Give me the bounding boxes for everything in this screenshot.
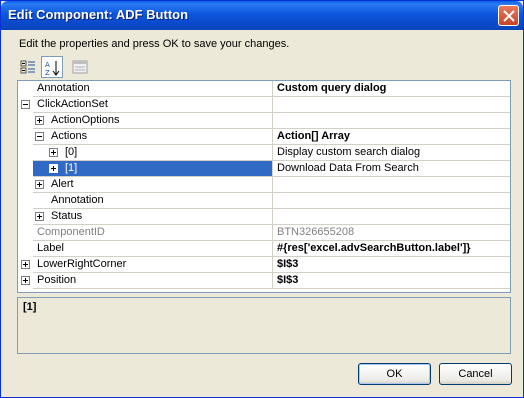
property-value[interactable]: Custom query dialog — [274, 81, 510, 96]
property-name-cell[interactable]: Actions — [33, 129, 273, 144]
property-name: Status — [51, 210, 83, 222]
row-gutter — [18, 129, 33, 145]
row-gutter — [18, 81, 33, 97]
alphabetical-button[interactable]: A Z — [41, 56, 63, 78]
categorized-view-icon — [20, 60, 35, 74]
close-icon — [503, 10, 515, 22]
property-row[interactable]: ActionOptions — [18, 113, 510, 129]
collapse-icon[interactable] — [35, 132, 44, 141]
row-gutter — [18, 113, 33, 129]
property-row[interactable]: [1] Download Data From Search — [18, 161, 510, 177]
property-value[interactable]: Download Data From Search — [274, 161, 510, 176]
expand-icon[interactable] — [21, 260, 30, 269]
property-pages-icon — [72, 60, 88, 74]
property-name: [0] — [65, 146, 78, 158]
property-pages-button[interactable] — [69, 56, 91, 78]
property-name: Alert — [51, 178, 74, 190]
property-grid: Annotation Custom query dialog ClickAction… — [17, 80, 511, 293]
property-row[interactable]: Annotation — [18, 193, 510, 209]
expand-icon[interactable] — [35, 212, 44, 221]
property-value[interactable]: #{res['excel.advSearchButton.label']} — [274, 241, 510, 256]
categorized-button[interactable] — [17, 56, 39, 78]
expand-icon[interactable] — [35, 116, 44, 125]
property-name: Annotation — [37, 82, 90, 94]
row-gutter — [18, 193, 33, 209]
property-name: ComponentID — [37, 226, 105, 238]
property-value[interactable]: $I$3 — [274, 273, 510, 288]
property-value[interactable]: $I$3 — [274, 257, 510, 272]
property-value[interactable] — [274, 97, 510, 112]
property-row[interactable]: Annotation Custom query dialog — [18, 81, 510, 97]
row-gutter — [18, 97, 33, 113]
expand-icon[interactable] — [49, 148, 58, 157]
expand-icon[interactable] — [49, 164, 58, 173]
property-value[interactable] — [274, 113, 510, 128]
property-name: Actions — [51, 130, 88, 142]
property-row[interactable]: Actions Action[] Array — [18, 129, 510, 145]
property-name: Annotation — [51, 194, 104, 206]
property-row[interactable]: Label #{res['excel.advSearchButton.label'… — [18, 241, 510, 257]
close-button[interactable] — [498, 5, 519, 26]
property-row[interactable]: [0] Display custom search dialog — [18, 145, 510, 161]
property-row[interactable]: LowerRightCorner $I$3 — [18, 257, 510, 273]
property-name: LowerRightCorner — [37, 258, 127, 270]
property-value[interactable]: BTN326655208 — [274, 225, 510, 240]
property-row[interactable]: Status — [18, 209, 510, 225]
row-gutter — [18, 241, 33, 257]
title-bar[interactable]: Edit Component: ADF Button — [1, 1, 523, 30]
row-gutter — [18, 145, 33, 161]
property-value[interactable] — [274, 193, 510, 208]
row-gutter — [18, 225, 33, 241]
property-name-cell[interactable]: Annotation — [33, 81, 273, 96]
grid-empty-area — [18, 290, 510, 292]
cancel-button[interactable]: Cancel — [439, 363, 512, 385]
row-gutter — [18, 177, 33, 193]
property-row[interactable]: ComponentID BTN326655208 — [18, 225, 510, 241]
property-name-cell[interactable]: Annotation — [33, 193, 273, 208]
description-title: [1] — [23, 301, 37, 313]
alphabetical-sort-icon: A Z — [45, 61, 60, 76]
property-name: Position — [37, 274, 77, 286]
property-value[interactable] — [274, 209, 510, 224]
property-name: ActionOptions — [51, 114, 120, 126]
property-row[interactable]: Alert — [18, 177, 510, 193]
property-value[interactable] — [274, 177, 510, 192]
expand-icon[interactable] — [35, 180, 44, 189]
property-name-cell[interactable]: LowerRightCorner — [33, 257, 273, 272]
property-row[interactable]: ClickActionSet — [18, 97, 510, 113]
collapse-icon[interactable] — [21, 100, 30, 109]
property-value[interactable]: Action[] Array — [274, 129, 510, 144]
svg-text:Z: Z — [45, 69, 50, 76]
property-name-cell[interactable]: Label — [33, 241, 273, 256]
property-name-cell[interactable]: Status — [33, 209, 273, 224]
property-name: Label — [37, 242, 64, 254]
property-value[interactable]: Display custom search dialog — [274, 145, 510, 160]
ok-button[interactable]: OK — [358, 363, 431, 385]
property-name-cell[interactable]: ClickActionSet — [33, 97, 273, 112]
window-title: Edit Component: ADF Button — [8, 7, 189, 22]
edit-component-dialog: Edit Component: ADF Button Edit the prop… — [0, 0, 524, 398]
property-name-cell[interactable]: [1] — [33, 161, 273, 176]
instruction-text: Edit the properties and press OK to save… — [19, 38, 290, 50]
row-gutter — [18, 161, 33, 177]
property-name: ClickActionSet — [37, 98, 108, 110]
svg-text:A: A — [45, 61, 50, 69]
property-name-cell[interactable]: ComponentID — [33, 225, 273, 240]
property-name-cell[interactable]: ActionOptions — [33, 113, 273, 128]
property-name: [1] — [65, 162, 78, 174]
description-panel: [1] — [17, 297, 511, 354]
row-gutter — [18, 257, 33, 273]
property-name-cell[interactable]: Alert — [33, 177, 273, 192]
row-gutter — [18, 209, 33, 225]
property-name-cell[interactable]: [0] — [33, 145, 273, 160]
row-gutter — [18, 273, 33, 289]
property-row[interactable]: Position $I$3 — [18, 273, 510, 289]
property-name-cell[interactable]: Position — [33, 273, 273, 288]
expand-icon[interactable] — [21, 276, 30, 285]
